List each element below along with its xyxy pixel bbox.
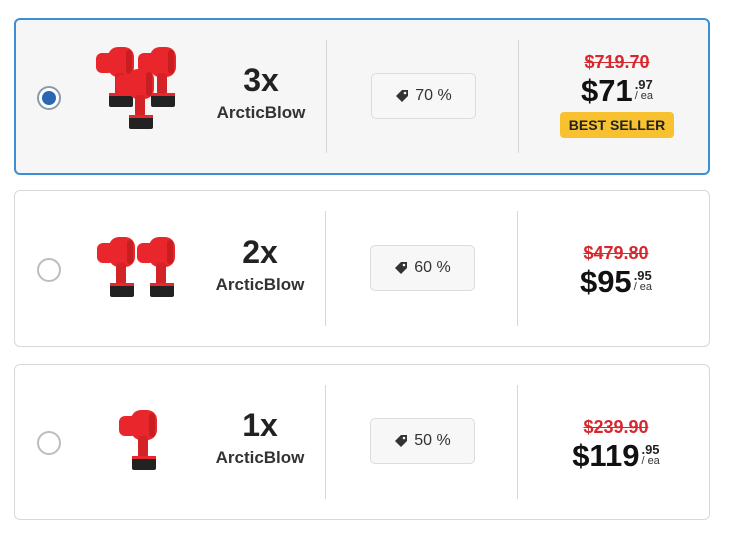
old-price: $239.90 xyxy=(583,417,649,437)
quantity-block: 3x ArcticBlow xyxy=(206,63,316,123)
price-row: $95 .95 / ea xyxy=(580,265,652,299)
radio-button-3x[interactable] xyxy=(37,85,61,110)
tag-icon xyxy=(395,261,408,274)
quantity-label: 3x xyxy=(243,61,279,98)
price-block: $239.90 $119 .95 / ea xyxy=(535,417,697,473)
price-main: $71 xyxy=(580,73,633,108)
quantity-block: 1x ArcticBlow xyxy=(205,408,315,468)
discount-chip: 60 % xyxy=(370,244,475,291)
discount-label: 50 % xyxy=(414,432,451,449)
divider xyxy=(517,385,518,499)
price-unit: / ea xyxy=(633,281,653,293)
brand-label: ArcticBlow xyxy=(215,448,305,467)
cordless-blower-2-pack-icon xyxy=(97,236,175,297)
price-row: $119 .95 / ea xyxy=(572,439,660,473)
old-price: $479.80 xyxy=(583,243,649,263)
price-block: $719.70 $71 .97 / ea BEST SELLER xyxy=(536,52,698,138)
radio-button-1x[interactable] xyxy=(37,431,61,455)
price-unit: / ea xyxy=(641,455,660,467)
divider xyxy=(518,40,519,153)
discount-label: 60 % xyxy=(414,258,451,276)
radio-button-2x[interactable] xyxy=(37,257,61,282)
brand-label: ArcticBlow xyxy=(216,102,306,122)
price-side: .97 / ea xyxy=(635,74,653,102)
price-side: .95 / ea xyxy=(641,439,659,467)
old-price: $719.70 xyxy=(584,52,650,72)
best-seller-badge: BEST SELLER xyxy=(559,112,675,138)
quantity-block: 2x ArcticBlow xyxy=(205,235,315,295)
cordless-blower-3-pack-icon xyxy=(96,46,176,129)
tag-icon xyxy=(395,435,408,447)
price-main: $95 xyxy=(579,264,632,299)
discount-chip: 50 % xyxy=(370,418,475,464)
price-unit: / ea xyxy=(634,90,654,102)
quantity-label: 1x xyxy=(242,407,278,443)
discount-chip: 70 % xyxy=(371,72,476,119)
price-main: $119 xyxy=(572,438,640,473)
tag-icon xyxy=(396,89,409,102)
divider xyxy=(325,211,326,326)
price-side: .95 / ea xyxy=(634,265,652,293)
price-row: $71 .97 / ea xyxy=(581,74,653,108)
bundle-option-1x[interactable]: 1x ArcticBlow 50 % $239.90 $119 .95 / ea xyxy=(14,364,710,520)
price-block: $479.80 $95 .95 / ea xyxy=(535,243,697,299)
discount-label: 70 % xyxy=(415,86,452,104)
cordless-blower-icon xyxy=(119,410,157,470)
divider xyxy=(325,385,326,499)
bundle-option-2x[interactable]: 2x ArcticBlow 60 % $479.80 $95 .95 / ea xyxy=(14,190,710,347)
divider xyxy=(517,211,518,326)
divider xyxy=(326,40,327,153)
quantity-label: 2x xyxy=(242,233,278,270)
brand-label: ArcticBlow xyxy=(215,274,305,294)
bundle-option-3x[interactable]: 3x ArcticBlow 70 % $719.70 $71 .97 / ea … xyxy=(14,18,710,175)
